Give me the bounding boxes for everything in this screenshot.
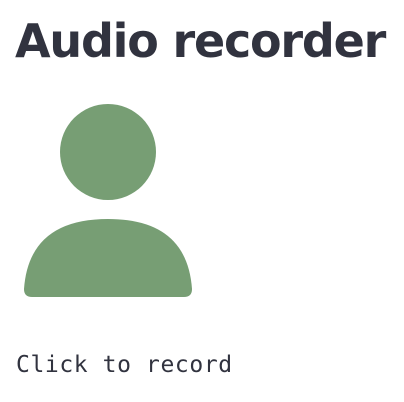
user-icon <box>24 104 192 297</box>
page-title: Audio recorder <box>15 14 386 68</box>
user-icon-body <box>24 219 192 297</box>
record-hint: Click to record <box>16 352 233 378</box>
record-button[interactable] <box>22 102 194 300</box>
audio-recorder-page: Audio recorder Click to record <box>0 0 404 402</box>
user-icon-head <box>60 104 156 200</box>
